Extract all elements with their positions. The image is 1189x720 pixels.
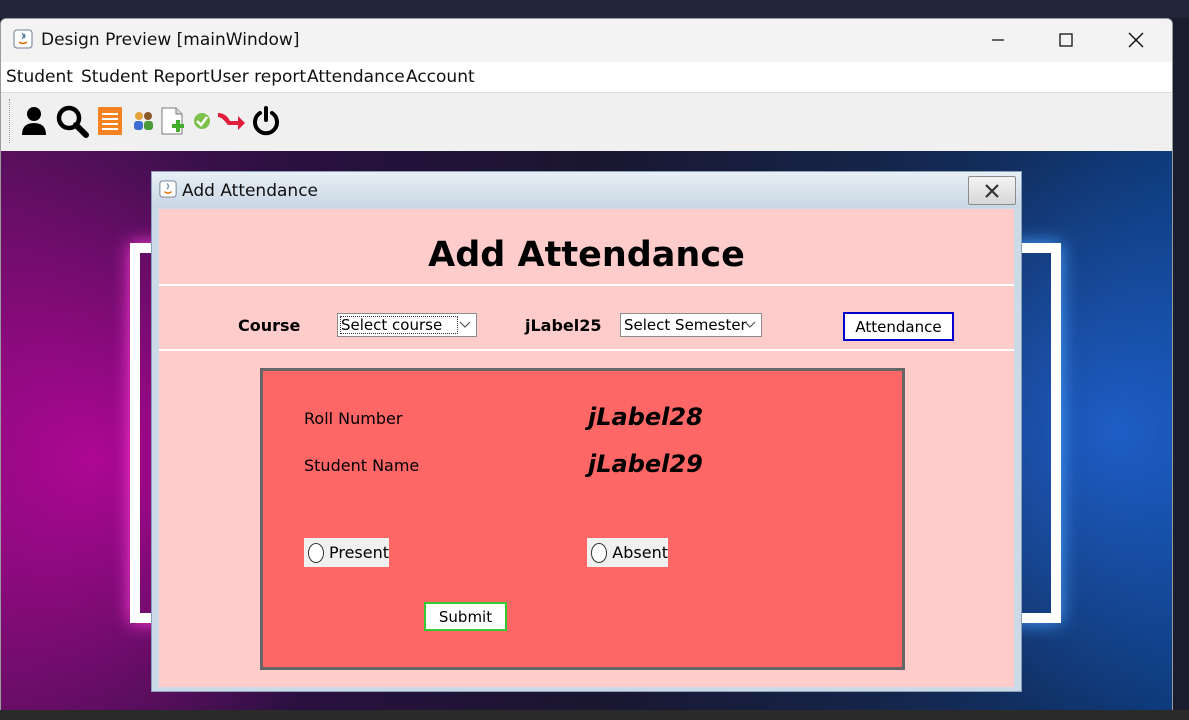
menu-account[interactable]: Account (406, 67, 475, 87)
attendance-button[interactable]: Attendance (843, 312, 954, 341)
student-name-value: jLabel29 (588, 450, 703, 478)
chevron-down-icon (744, 321, 756, 328)
absent-label: Absent (612, 543, 668, 562)
radio-circle-icon (591, 542, 608, 563)
absent-radio[interactable]: Absent (587, 538, 668, 567)
semester-select[interactable]: Select Semester (620, 313, 762, 337)
radio-circle-icon (308, 542, 324, 563)
roll-number-value: jLabel28 (588, 403, 703, 431)
semester-select-value: Select Semester (624, 316, 747, 334)
course-select[interactable]: Select course (337, 313, 477, 337)
toolbar-grip[interactable] (9, 99, 12, 143)
dialog-content: Add Attendance Course Select course jLab… (159, 209, 1014, 687)
separator-bottom (159, 349, 1014, 351)
close-icon (1128, 32, 1144, 48)
page-title: Add Attendance (428, 235, 745, 275)
java-app-icon (13, 29, 33, 49)
course-select-value: Select course (341, 316, 443, 334)
semester-label: jLabel25 (525, 316, 602, 335)
search-icon[interactable] (54, 101, 90, 141)
window-title: Design Preview [mainWindow] (41, 30, 300, 50)
dialog-title-bar[interactable]: Add Attendance (152, 172, 1021, 208)
java-app-icon (159, 180, 177, 198)
course-label: Course (238, 316, 301, 335)
present-label: Present (328, 543, 389, 562)
roll-number-label: Roll Number (304, 409, 403, 428)
chevron-down-icon (459, 321, 471, 328)
present-radio[interactable]: Present (304, 538, 389, 567)
student-name-label: Student Name (304, 456, 420, 475)
minimize-button[interactable] (963, 19, 1033, 61)
document-icon[interactable] (96, 101, 124, 141)
close-button[interactable] (1101, 19, 1171, 61)
menu-student-report[interactable]: Student Report (81, 67, 210, 87)
desktop-background (0, 0, 1189, 18)
user-icon[interactable] (19, 101, 49, 141)
taskbar (0, 710, 1189, 720)
users-group-icon[interactable] (131, 101, 157, 141)
menu-student[interactable]: Student (6, 67, 73, 87)
submit-button[interactable]: Submit (424, 602, 507, 631)
menu-attendance[interactable]: Attendance (307, 67, 405, 87)
window-title-bar[interactable]: Design Preview [mainWindow] (1, 19, 1172, 61)
logout-arrow-icon[interactable] (216, 101, 246, 141)
check-icon[interactable] (191, 101, 213, 141)
menu-user-report[interactable]: User report (210, 67, 306, 87)
minimize-icon (992, 39, 1004, 41)
add-document-icon[interactable] (159, 101, 187, 141)
close-icon (985, 183, 999, 198)
power-icon[interactable] (250, 101, 282, 141)
maximize-icon (1059, 33, 1073, 47)
maximize-button[interactable] (1031, 19, 1101, 61)
dialog-title: Add Attendance (182, 181, 318, 201)
student-panel: Roll Number jLabel28 Student Name jLabel… (260, 368, 905, 670)
toolbar (1, 92, 1172, 151)
dialog-close-button[interactable] (968, 176, 1016, 205)
menu-bar: Student Student Report User report Atten… (1, 62, 1172, 92)
add-attendance-dialog: Add Attendance Add Attendance Course Sel… (151, 171, 1022, 692)
separator-top (159, 284, 1014, 286)
